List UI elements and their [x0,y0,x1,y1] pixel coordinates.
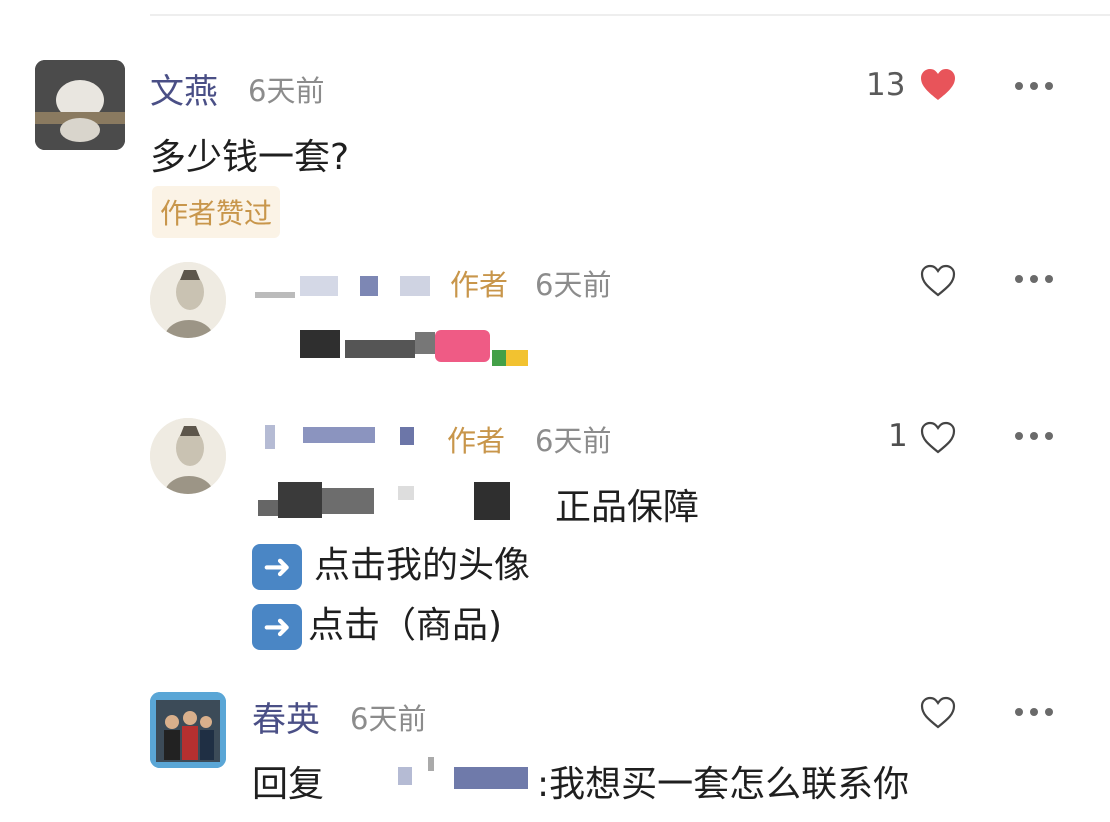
blurred-mention [398,755,533,795]
comment-time: 6天前 [350,702,427,736]
more-options-icon[interactable] [1015,82,1053,90]
author-tag: 作者 [447,424,506,458]
heart-filled-icon[interactable] [920,68,956,106]
user-avatar[interactable] [35,60,125,150]
comment-text-segment: 点击（商品) [308,605,503,646]
comment-text-line: ➜ 点击我的头像 [252,536,530,590]
comment-text-line: ➜ 点击（商品) [252,596,502,650]
cat-avatar-icon [35,60,125,150]
commenter-name[interactable]: 文燕 [150,64,218,113]
blurred-username [255,274,445,304]
blurred-reply-text [258,482,518,522]
author-avatar[interactable] [150,262,226,338]
right-arrow-icon: ➜ [252,544,302,590]
comment-time: 6天前 [535,424,612,458]
user-avatar[interactable] [150,692,226,768]
like-count: 1 [888,418,908,454]
portrait-avatar-icon [150,418,226,494]
reply-prefix: 回复 [252,764,325,805]
heart-outline-icon[interactable] [920,264,956,302]
more-options-icon[interactable] [1015,275,1053,283]
blurred-reply-text [300,330,540,370]
blurred-username [265,425,425,455]
author-tag: 作者 [450,268,509,302]
heart-outline-icon[interactable] [920,696,956,734]
right-arrow-icon: ➜ [252,604,302,650]
comment-text: 多少钱一套? [150,137,350,178]
author-avatar[interactable] [150,418,226,494]
commenter-name[interactable]: 春英 [252,692,320,741]
comment-time: 6天前 [248,74,325,108]
photo-avatar-icon [150,692,226,768]
more-options-icon[interactable] [1015,432,1053,440]
comment-text-segment: 点击我的头像 [314,545,531,586]
comment-text: :我想买一套怎么联系你 [537,764,910,805]
author-liked-badge: 作者赞过 [152,186,281,238]
comment-text: 正品保障 [555,487,700,528]
portrait-avatar-icon [150,262,226,338]
comment-time: 6天前 [535,268,612,302]
heart-outline-icon[interactable] [920,421,956,459]
top-divider [150,14,1110,16]
like-count: 13 [866,67,906,103]
more-options-icon[interactable] [1015,708,1053,716]
